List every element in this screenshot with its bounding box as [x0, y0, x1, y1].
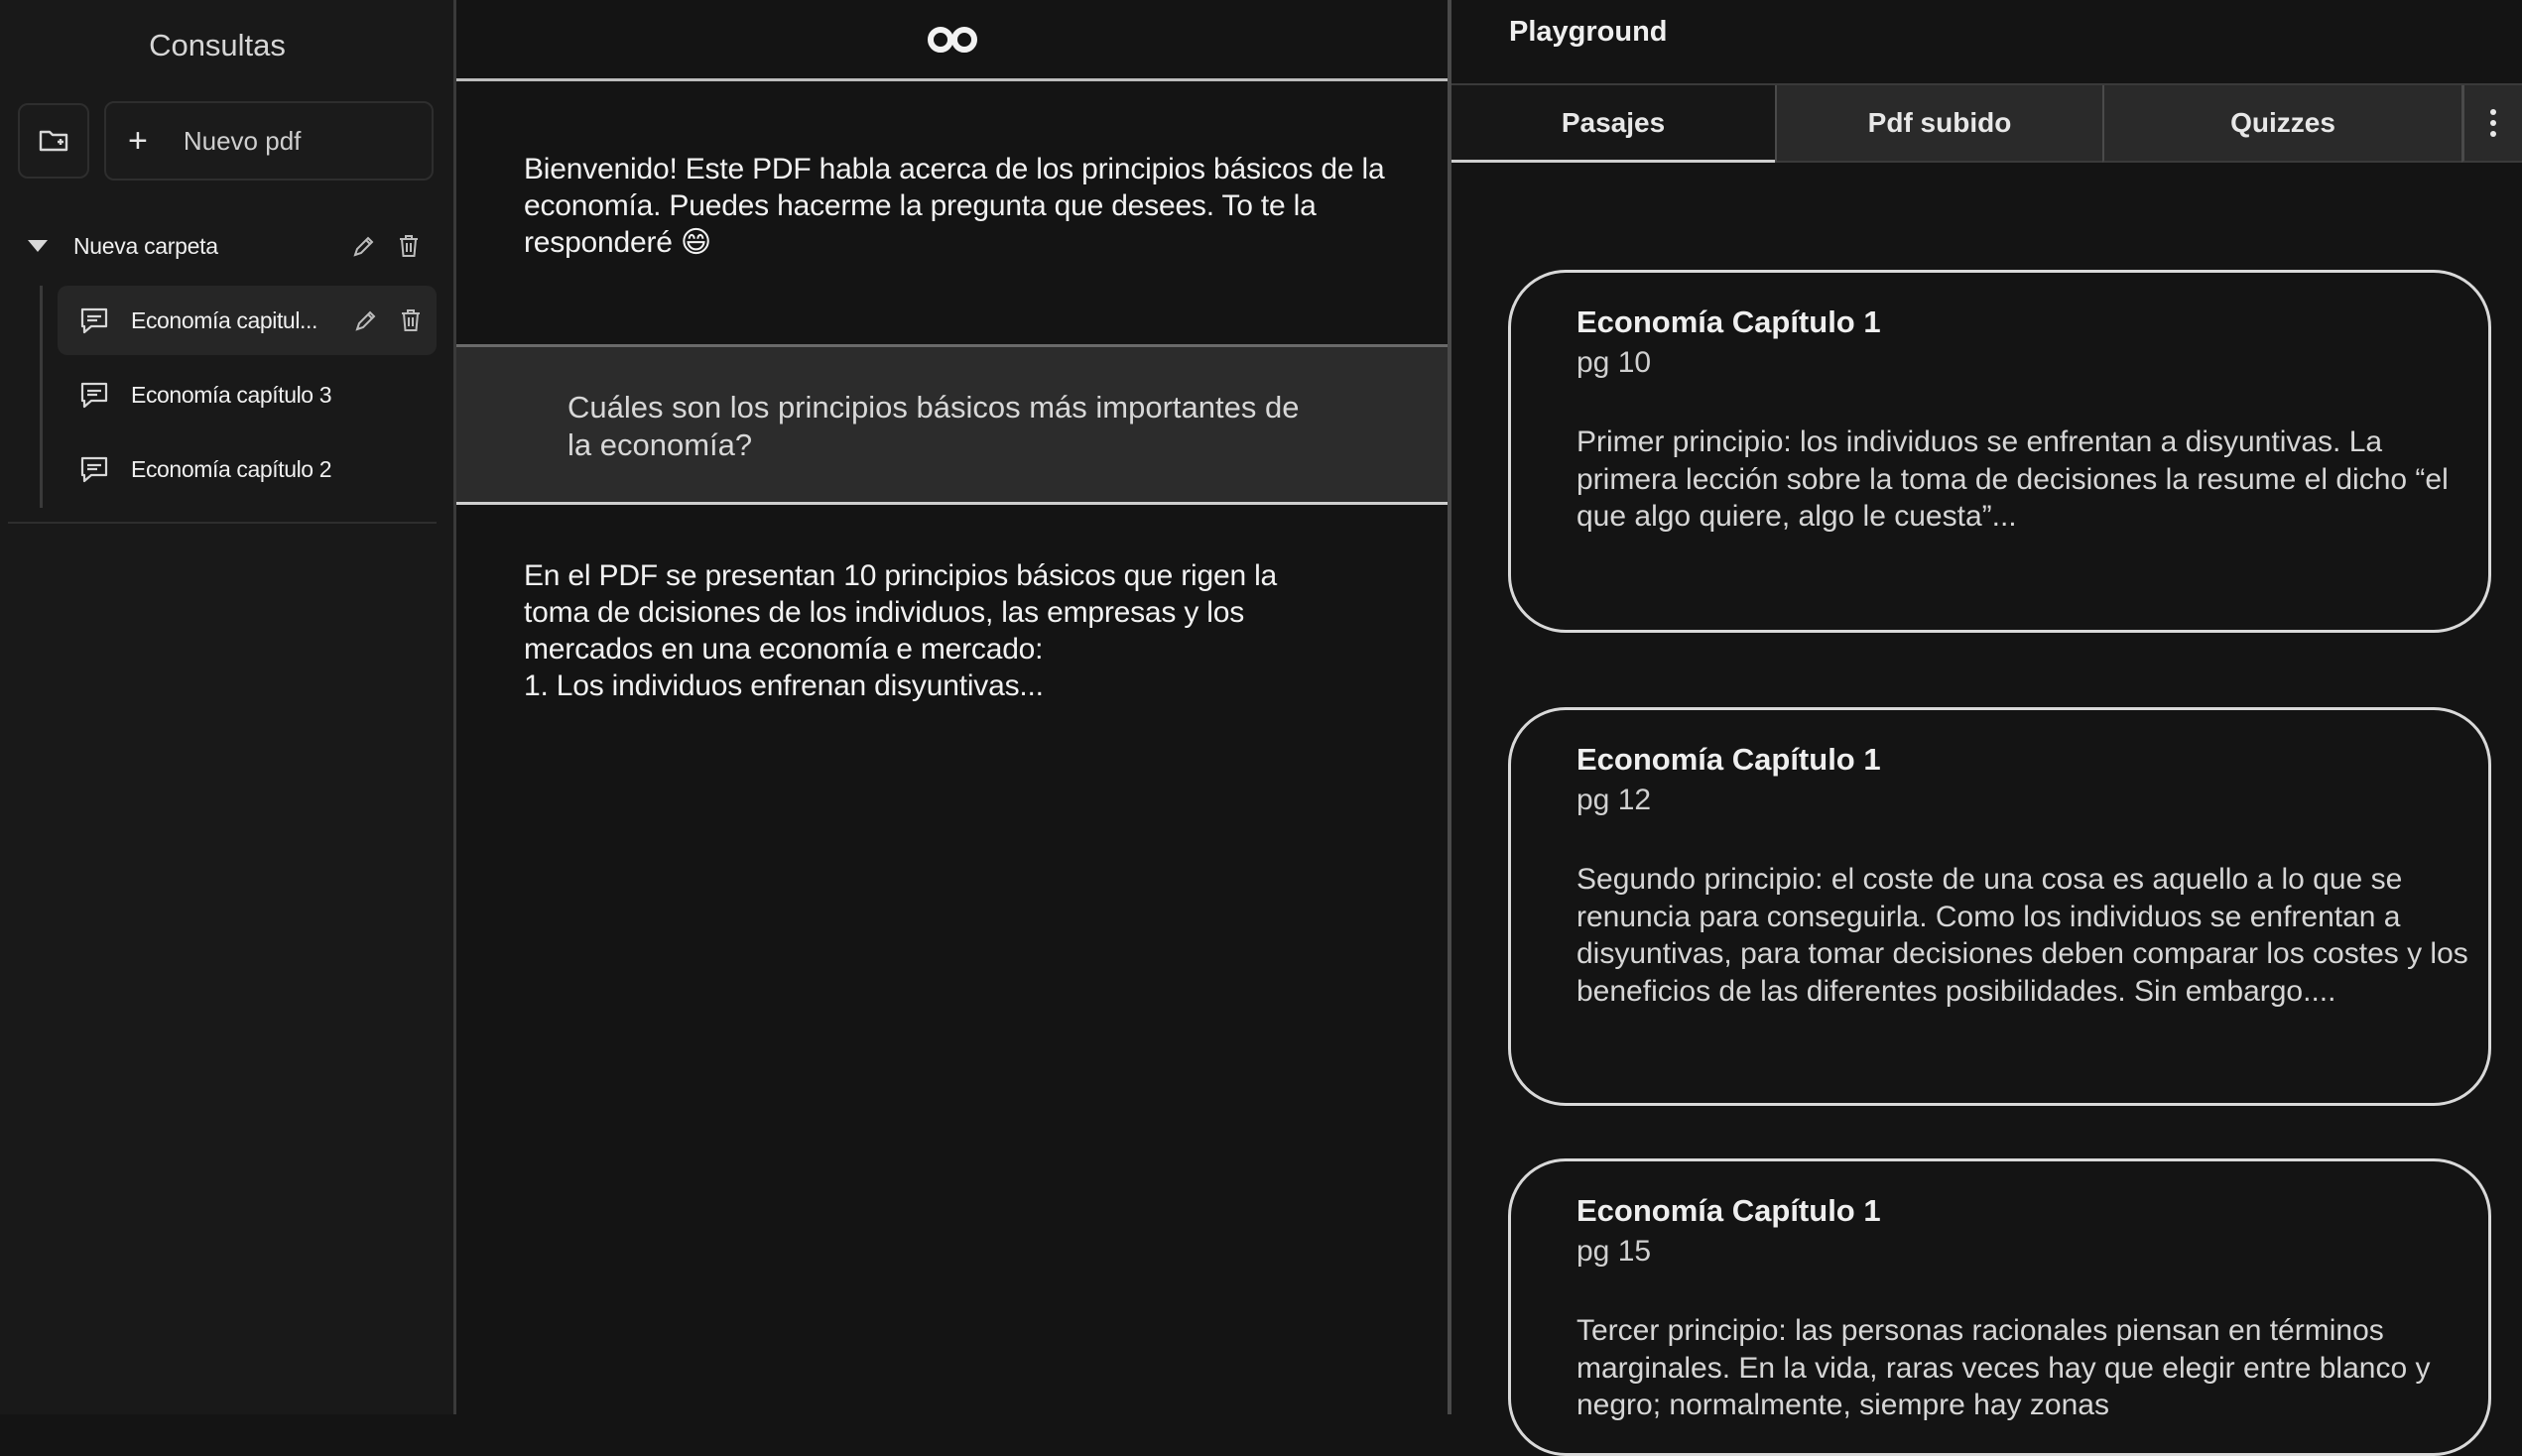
file-item[interactable]: Economía capítulo 3: [58, 360, 437, 429]
passage-title: Economía Capítulo 1: [1576, 1193, 1881, 1228]
answer-line: toma de dcisiones de los individuos, las…: [524, 596, 1245, 629]
chat-icon: [79, 306, 109, 334]
infinity-logo-icon: [927, 26, 977, 53]
edit-icon[interactable]: [351, 233, 377, 259]
user-message: Cuáles son los principios básicos más im…: [456, 344, 1448, 505]
folder-name: Nueva carpeta: [73, 232, 218, 259]
plus-icon: +: [128, 122, 148, 160]
passage-page: pg 12: [1576, 784, 1652, 816]
passage-title: Economía Capítulo 1: [1576, 742, 1881, 777]
user-message-text: Cuáles son los principios básicos más im…: [567, 390, 1300, 462]
tree-line: [40, 286, 43, 508]
edit-icon[interactable]: [353, 307, 379, 333]
new-pdf-button[interactable]: + Nuevo pdf: [104, 101, 434, 181]
file-item[interactable]: Economía capitul...: [58, 286, 437, 355]
tab-pdf-subido[interactable]: Pdf subido: [1775, 85, 2102, 163]
file-label: Economía capitul...: [131, 306, 318, 333]
playground-title: Playground: [1509, 16, 1668, 48]
tab-bar: Pasajes Pdf subido Quizzes: [1451, 83, 2522, 163]
new-pdf-label: Nuevo pdf: [183, 125, 302, 156]
passage-page: pg 10: [1576, 346, 1652, 379]
chevron-down-icon[interactable]: [28, 240, 48, 252]
chat-header: [456, 0, 1448, 81]
new-folder-icon: [39, 130, 68, 152]
file-label: Economía capítulo 2: [131, 455, 332, 482]
chat-icon: [79, 381, 109, 409]
passage-text: Tercer principio: las personas racionale…: [1576, 1314, 2431, 1421]
trash-icon[interactable]: [397, 233, 421, 259]
bot-message-answer: En el PDF se presentan 10 principios bás…: [524, 557, 1417, 704]
answer-line: En el PDF se presentan 10 principios bás…: [524, 559, 1278, 592]
passage-title: Economía Capítulo 1: [1576, 304, 1881, 339]
sidebar: Consultas + Nuevo pdf Nueva carpeta Econ…: [0, 0, 456, 1414]
passage-text: Segundo principio: el coste de una cosa …: [1576, 863, 2468, 1008]
passage-card[interactable]: Economía Capítulo 1 pg 15 Tercer princip…: [1508, 1158, 2491, 1456]
passage-text: Primer principio: los individuos se enfr…: [1576, 425, 2449, 533]
trash-icon[interactable]: [399, 307, 423, 333]
tab-pasajes[interactable]: Pasajes: [1451, 85, 1775, 163]
more-options-icon[interactable]: [2461, 85, 2522, 163]
divider: [8, 522, 437, 524]
file-label: Economía capítulo 3: [131, 381, 332, 408]
chat-icon: [79, 455, 109, 483]
answer-line: 1. Los individuos enfrenan disyuntivas..…: [524, 669, 1044, 702]
sidebar-title: Consultas: [149, 28, 286, 62]
tab-quizzes[interactable]: Quizzes: [2102, 85, 2461, 163]
folder-row[interactable]: Nueva carpeta: [28, 226, 435, 266]
playground-panel: Playground Pasajes Pdf subido Quizzes Ec…: [1451, 0, 2522, 1456]
passage-card[interactable]: Economía Capítulo 1 pg 12 Segundo princi…: [1508, 707, 2491, 1106]
bot-message-welcome: Bienvenido! Este PDF habla acerca de los…: [524, 153, 1385, 259]
passage-card[interactable]: Economía Capítulo 1 pg 10 Primer princip…: [1508, 270, 2491, 633]
chat-panel: Bienvenido! Este PDF habla acerca de los…: [456, 0, 1451, 1414]
answer-line: mercados en una economía e mercado:: [524, 633, 1044, 666]
file-item[interactable]: Economía capítulo 2: [58, 434, 437, 504]
new-folder-button[interactable]: [18, 103, 89, 179]
passage-page: pg 15: [1576, 1235, 1652, 1268]
